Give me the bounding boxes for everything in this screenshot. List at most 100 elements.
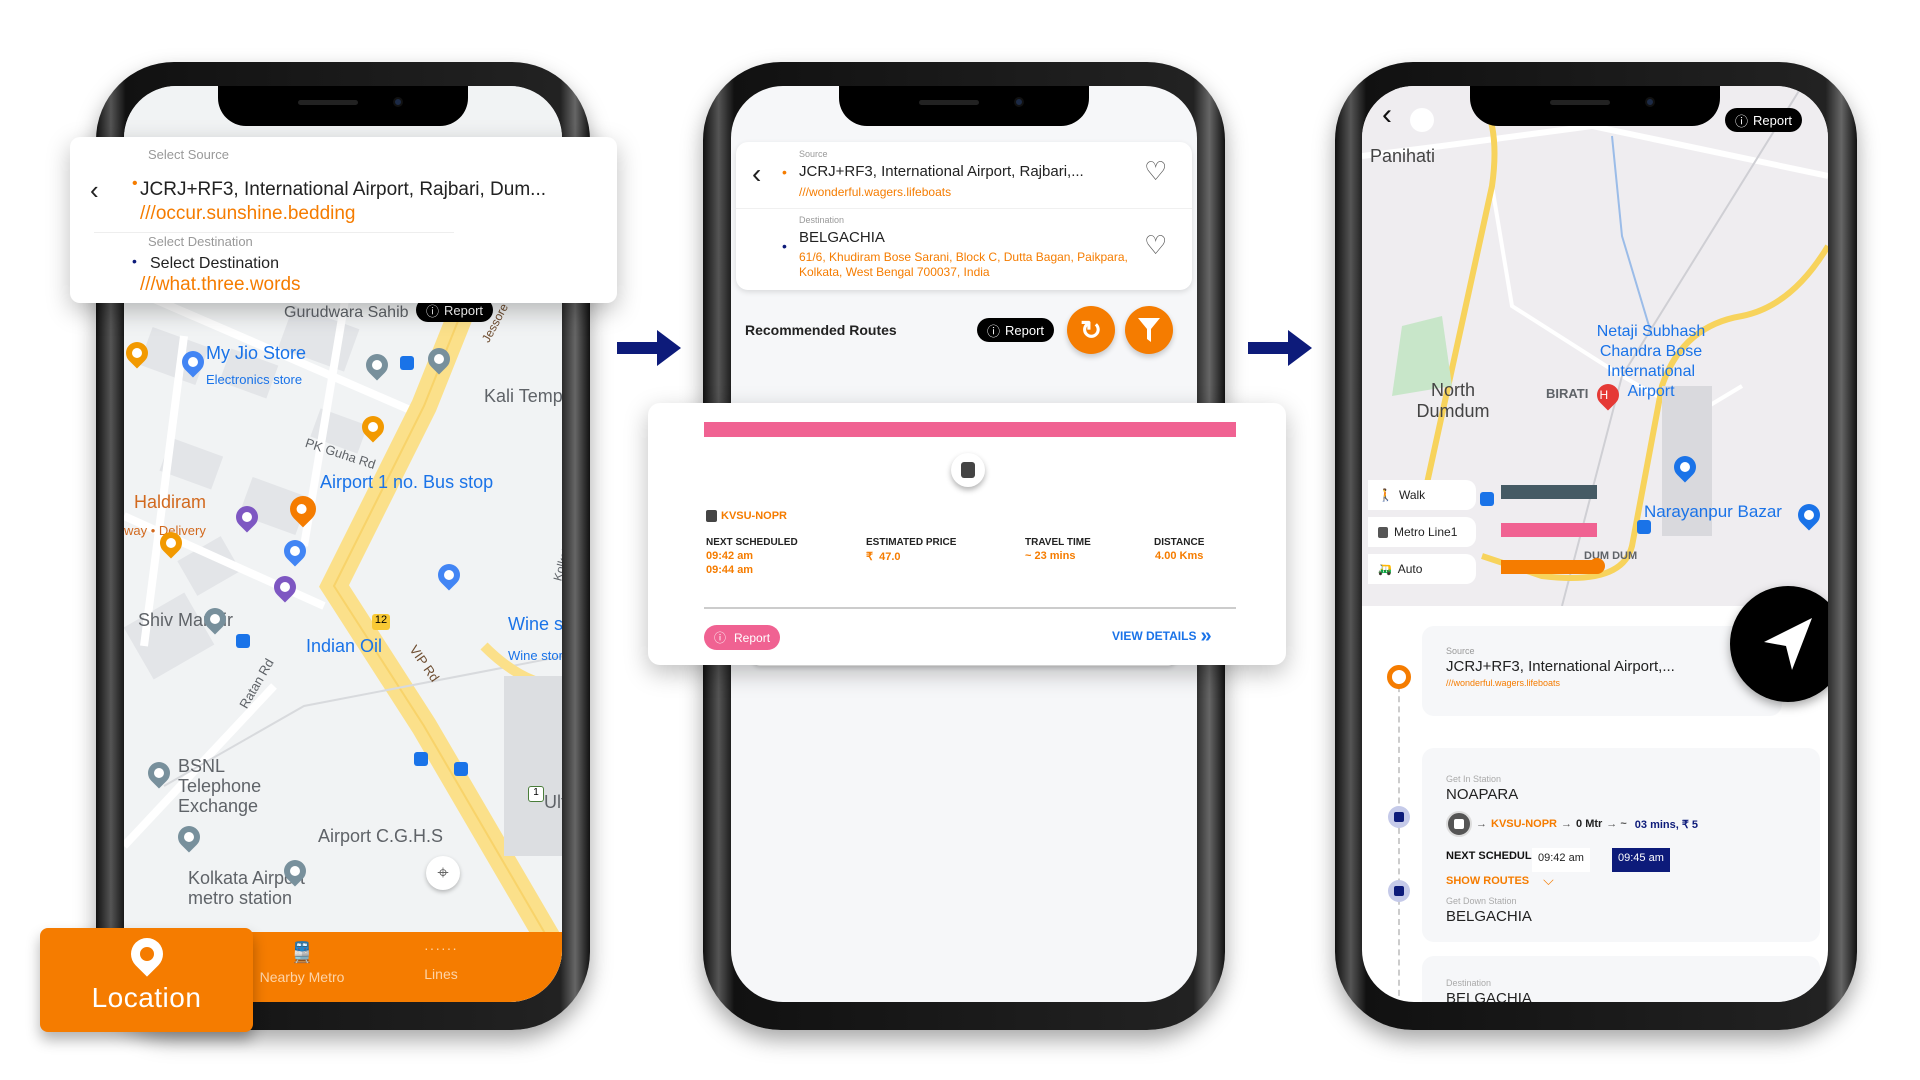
legend-label: Metro Line1: [1394, 525, 1458, 539]
destination-dot-icon: •: [782, 238, 787, 254]
map-label: North Dumdum: [1416, 380, 1490, 421]
report-label: Report: [1753, 112, 1793, 128]
map-label[interactable]: Narayanpur Bazar: [1644, 502, 1782, 522]
navigation-arrow-icon: [1764, 618, 1812, 670]
back-button[interactable]: ‹: [752, 158, 761, 190]
legend-swatch-auto: [1501, 560, 1597, 574]
map-label[interactable]: Airport 1 no. Bus stop: [320, 472, 493, 493]
flow-arrow-icon: [617, 330, 681, 366]
highway-shield-1: 1: [528, 786, 544, 802]
map-label[interactable]: Haldiram: [134, 492, 206, 513]
legend-label: Walk: [1398, 488, 1426, 502]
metro-timeline-icon: [1388, 880, 1410, 902]
recommended-routes-title: Recommended Routes: [745, 322, 897, 338]
destination-field[interactable]: BELGACHIA: [799, 229, 885, 246]
metro-icon: [1446, 811, 1472, 837]
notch: [839, 86, 1089, 126]
map-label[interactable]: Indian Oil: [306, 636, 382, 657]
map-label[interactable]: Kali Temple: [484, 386, 562, 407]
estimated-price: ESTIMATED PRICE ₹ 47.0: [866, 537, 956, 563]
route-card[interactable]: KVSU-NOPR NEXT SCHEDULED 09:42 am 09:44 …: [648, 403, 1286, 665]
source-field[interactable]: JCRJ+RF3, International Airport, Rajbari…: [140, 179, 546, 201]
destination-station: BELGACHIA: [1446, 990, 1532, 1002]
source-w3w: ///wonderful.wagers.lifeboats: [799, 185, 952, 199]
map-label: Panihati: [1370, 146, 1436, 166]
source-field[interactable]: JCRJ+RF3, International Airport, Rajbari…: [799, 163, 1084, 180]
report-button[interactable]: ⓘ Report: [704, 625, 781, 650]
map-label[interactable]: BSNL Telephone Exchange: [178, 756, 288, 816]
distance-label: DISTANCE: [1154, 537, 1205, 548]
metro-mode-icon: [951, 453, 985, 487]
legend-swatch-walk: [1501, 485, 1597, 499]
next-scheduled-time: 09:44 am: [706, 564, 754, 576]
report-button[interactable]: ⓘ Report: [1725, 108, 1803, 132]
info-icon: ⓘ: [714, 631, 727, 645]
info-icon: ⓘ: [426, 303, 440, 319]
map-label[interactable]: Airport C.G.H.S: [318, 826, 443, 847]
bus-stop-icon[interactable]: [454, 762, 468, 776]
bus-stop-icon[interactable]: [414, 752, 428, 766]
info-icon: ⓘ: [1735, 113, 1749, 129]
destination-dot-icon: •: [132, 253, 137, 269]
arrow-icon: → ~: [1606, 818, 1627, 830]
get-down-label: Get Down Station: [1446, 896, 1517, 906]
metro-timeline-icon: [1388, 806, 1410, 828]
route-code-label: KVSU-NOPR: [721, 510, 788, 522]
notch: [218, 86, 468, 126]
nav-item-lines[interactable]: ······ Lines: [386, 940, 496, 996]
distance: DISTANCE 4.00 Kms: [1154, 537, 1204, 562]
source-label: Source: [799, 149, 828, 159]
refresh-button[interactable]: ↻: [1067, 306, 1115, 354]
nav-label: Nearby Metro: [259, 969, 345, 985]
back-button[interactable]: ‹: [1382, 98, 1392, 132]
back-button[interactable]: ‹: [90, 175, 99, 206]
refresh-icon: ↻: [1080, 314, 1102, 345]
metro-station-icon[interactable]: [1480, 492, 1494, 506]
schedule-time-selected[interactable]: 09:45 am: [1612, 848, 1670, 872]
price-value: ₹ 47.0: [866, 551, 901, 563]
legend-item-auto: 🛺 Auto: [1368, 554, 1476, 584]
recenter-location-button[interactable]: ⌖: [426, 856, 460, 890]
legend-item-metro: Metro Line1: [1368, 517, 1476, 547]
arrow-icon: →: [1561, 818, 1573, 830]
view-details-link[interactable]: VIEW DETAILS »: [1112, 625, 1212, 647]
train-icon: [706, 510, 717, 522]
route-details-screen: ‹ ⓘ Report Panihati North Dumdum BIRATI H…: [1362, 86, 1828, 1002]
map-label: Gurudwara Sahib: [284, 304, 409, 321]
source-w3w: ///wonderful.wagers.lifeboats: [1446, 678, 1561, 688]
phone-frame-3: ‹ ⓘ Report Panihati North Dumdum BIRATI H…: [1335, 62, 1857, 1030]
report-label: Report: [734, 630, 771, 645]
train-icon: 🚆: [289, 942, 315, 964]
route-map[interactable]: ‹ ⓘ Report Panihati North Dumdum BIRATI H…: [1362, 86, 1828, 606]
divider: [736, 208, 1192, 209]
filter-button[interactable]: [1125, 306, 1173, 354]
map-label: Ult: [544, 792, 562, 812]
route-code: KVSU-NOPR: [1491, 818, 1558, 830]
next-scheduled-label: NEXT SCHEDULED: [706, 537, 798, 548]
report-button[interactable]: ⓘ Report: [977, 318, 1055, 342]
map-label[interactable]: Netaji Subhash Chandra Bose Internationa…: [1586, 322, 1716, 402]
location-pin-icon: [123, 931, 170, 977]
source-dot-icon: •: [782, 164, 787, 180]
destination-field[interactable]: Select Destination: [150, 255, 279, 273]
train-icon: [1378, 526, 1388, 538]
metro-station-icon[interactable]: [1637, 520, 1651, 534]
favorite-source-heart-icon[interactable]: ♡: [1144, 156, 1167, 187]
double-chevron-right-icon: »: [1200, 625, 1212, 647]
bus-stop-icon[interactable]: [236, 634, 250, 648]
show-routes-toggle[interactable]: SHOW ROUTES ⌵: [1446, 872, 1554, 889]
map-label: Electronics store: [206, 372, 303, 387]
schedule-time-option[interactable]: 09:42 am: [1532, 848, 1590, 872]
info-icon: ⓘ: [987, 323, 1001, 339]
destination-label: Destination: [799, 215, 845, 225]
arrow-icon: →: [1476, 818, 1487, 830]
legend-item-walk: 🚶 Walk: [1368, 480, 1476, 510]
map-label[interactable]: Wine sh: [508, 614, 562, 635]
divider: [704, 607, 1236, 609]
favorite-destination-heart-icon[interactable]: ♡: [1144, 230, 1167, 261]
bus-stop-icon[interactable]: [400, 356, 414, 370]
nav-item-location[interactable]: Location: [40, 928, 253, 1032]
train-icon: [961, 462, 975, 478]
nav-item-nearby-metro[interactable]: 🚆 Nearby Metro: [232, 940, 372, 996]
map-label[interactable]: My Jio Store: [206, 343, 306, 364]
